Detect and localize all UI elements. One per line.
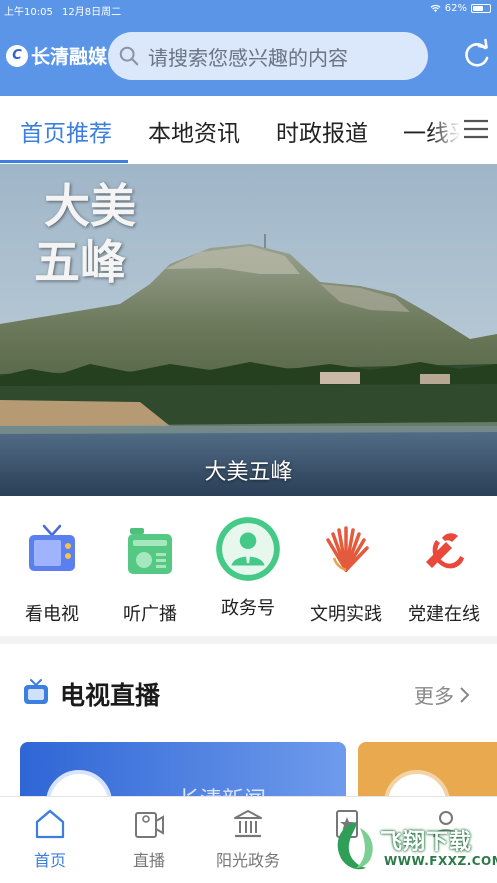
nav-live[interactable]: 直播 — [99, 807, 199, 871]
entry-watch-tv[interactable]: 看电视 — [7, 522, 97, 626]
nav-home[interactable]: 首页 — [0, 807, 100, 871]
chevron-right-icon — [460, 686, 470, 703]
search-bar[interactable]: 请搜索您感兴趣的内容 — [108, 32, 428, 80]
tab-local-news[interactable]: 本地资讯 — [148, 114, 240, 148]
watermark: 飞翔下载 WWW.FXXZ.COM — [330, 818, 497, 878]
status-time: 上午10:05 — [4, 7, 53, 18]
entry-label: 党建在线 — [408, 604, 480, 625]
battery-icon — [471, 4, 491, 13]
nav-label: 直播 — [132, 851, 165, 870]
logo-mark-icon: C — [6, 44, 28, 67]
tv-section-icon — [24, 679, 48, 704]
watermark-logo-icon — [337, 822, 373, 870]
status-bar: 上午10:05 12月8日周二 62% — [0, 0, 497, 18]
battery-percent: 62% — [444, 3, 467, 14]
banner-title-line2: 五峰 — [34, 235, 126, 289]
radio-icon — [128, 528, 172, 574]
entry-official-account[interactable]: 政务号 — [203, 517, 293, 620]
live-icon — [135, 812, 164, 838]
entry-party-building[interactable]: 党建在线 — [399, 522, 489, 626]
banner-caption: 大美五峰 — [204, 460, 293, 485]
government-icon — [234, 810, 262, 838]
civilization-practice-icon — [326, 526, 369, 572]
top-bar: 上午10:05 12月8日周二 62% C 长清融媒 请搜索您感兴趣的内容 — [0, 0, 497, 96]
app-logo: C 长清融媒 — [6, 42, 107, 69]
section-title: 电视直播 — [60, 681, 161, 710]
wifi-icon — [430, 4, 441, 13]
status-date: 12月8日周二 — [62, 7, 122, 18]
refresh-icon[interactable] — [462, 38, 492, 74]
nav-label: 首页 — [33, 851, 66, 870]
party-building-icon — [426, 533, 464, 569]
nav-label: 阳光政务 — [215, 851, 280, 870]
tv-live-section: 电视直播 更多 长清新闻 — [0, 644, 497, 812]
battery-level — [473, 6, 483, 11]
home-icon — [35, 809, 65, 839]
entry-radio[interactable]: 听广播 — [105, 522, 195, 626]
entry-label: 文明实践 — [310, 604, 382, 625]
entry-label: 政务号 — [221, 598, 275, 619]
watermark-text: 飞翔下载 — [380, 830, 473, 855]
search-icon — [119, 46, 139, 66]
entry-civilization-practice[interactable]: 文明实践 — [301, 522, 391, 626]
tab-recommended[interactable]: 首页推荐 — [20, 114, 112, 148]
quick-entries: 看电视 听广播 政务号 文明实践 党建在线 — [0, 496, 497, 636]
category-tabs: 首页推荐 本地资讯 时政报道 一线采 — [0, 96, 497, 164]
status-indicators: 62% — [430, 3, 491, 14]
watermark-url: WWW.FXXZ.COM — [384, 854, 497, 868]
tv-icon — [29, 524, 75, 571]
entry-label: 听广播 — [123, 604, 177, 625]
banner-carousel[interactable]: 大美 五峰 大美五峰 — [0, 164, 497, 496]
official-account-icon — [216, 517, 280, 581]
nav-government[interactable]: 阳光政务 — [198, 807, 298, 871]
status-time-date: 上午10:05 12月8日周二 — [4, 3, 121, 18]
active-tab-indicator — [0, 160, 128, 163]
app-name: 长清融媒 — [31, 46, 108, 68]
more-link[interactable]: 更多 — [414, 680, 470, 709]
menu-icon[interactable] — [462, 118, 490, 140]
more-label: 更多 — [414, 684, 454, 708]
entry-label: 看电视 — [25, 604, 79, 625]
tab-politics[interactable]: 时政报道 — [276, 114, 368, 148]
search-placeholder: 请搜索您感兴趣的内容 — [148, 45, 348, 70]
